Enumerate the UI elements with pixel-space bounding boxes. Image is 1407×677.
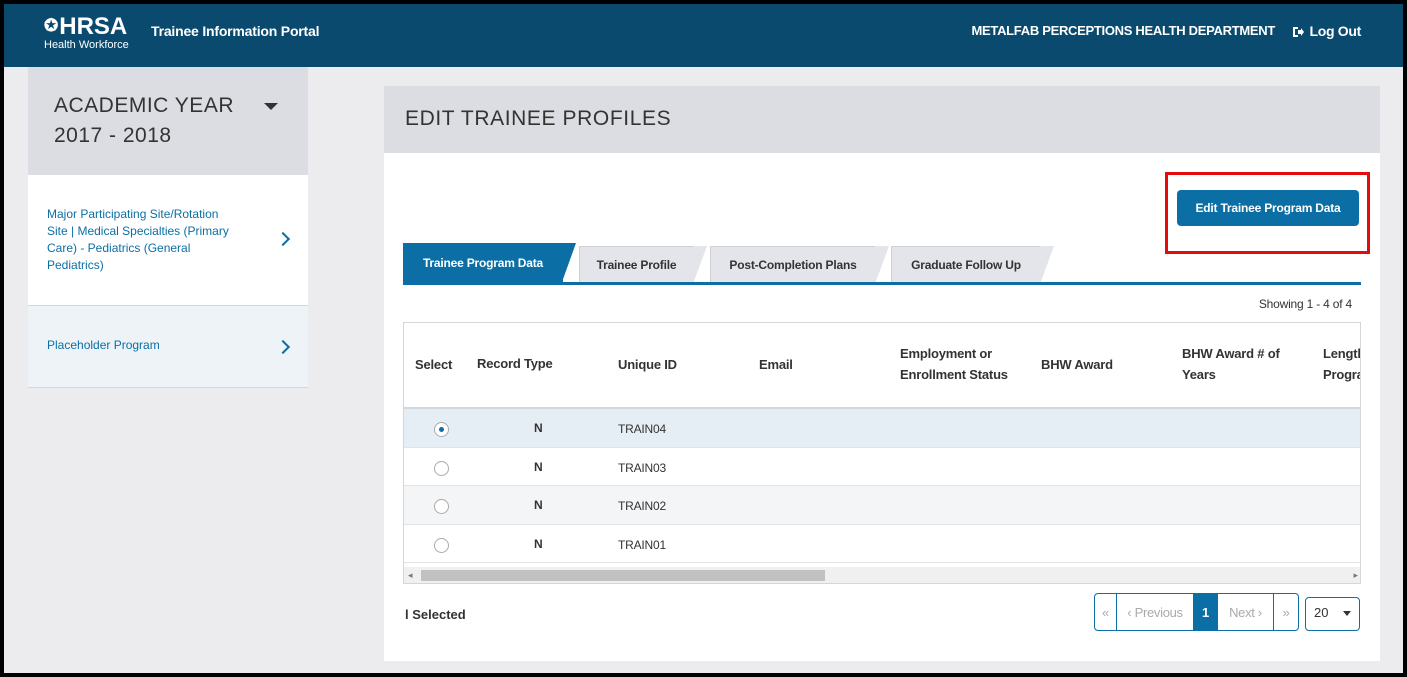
unique-id-cell: TRAIN04 (618, 422, 666, 436)
record-type-cell: N (534, 459, 543, 474)
column-header-employment-status[interactable]: Employment or Enrollment Status (900, 343, 1030, 385)
page-size-select[interactable]: 20 (1305, 597, 1360, 631)
tab-trainee-program-data[interactable]: Trainee Program Data (403, 243, 576, 282)
page-title: EDIT TRAINEE PROFILES (405, 107, 672, 130)
tab-trainee-profile[interactable]: Trainee Profile (579, 246, 707, 284)
sidebar-item-major-participating-site[interactable]: Major Participating Site/Rotation Site |… (28, 175, 308, 306)
logo-text: HRSA (59, 13, 128, 40)
scroll-right-icon[interactable]: ▸ (1353, 570, 1358, 581)
table-row[interactable]: N TRAIN02 (404, 486, 1360, 525)
unique-id-cell: TRAIN03 (618, 460, 666, 475)
logout-icon (1292, 25, 1305, 37)
row-select-radio[interactable] (434, 537, 449, 553)
column-header-select[interactable]: Select (415, 354, 452, 375)
logout-label: Log Out (1309, 23, 1361, 39)
chevron-right-icon (275, 231, 291, 247)
scrollbar-thumb[interactable] (421, 570, 825, 581)
top-header: ✪HRSA Health Workforce Trainee Informati… (4, 4, 1403, 67)
first-page-button[interactable]: « (1095, 594, 1117, 630)
row-select-radio[interactable] (434, 422, 449, 437)
sidebar-item-label: Placeholder Program (47, 338, 160, 352)
page-size-value: 20 (1314, 605, 1329, 620)
column-header-bhw-award[interactable]: BHW Award (1041, 354, 1113, 375)
chevron-right-icon (275, 339, 291, 355)
logo-subtext: Health Workforce (44, 39, 129, 51)
academic-year-label: ACADEMIC YEAR 2017 - 2018 (54, 94, 234, 147)
sidebar-item-label: Major Participating Site/Rotation Site |… (47, 207, 229, 272)
logout-button[interactable]: Log Out (1292, 23, 1361, 39)
row-select-radio[interactable] (434, 460, 449, 476)
organization-name: METALFAB PERCEPTIONS HEALTH DEPARTMENT (971, 23, 1276, 38)
last-page-button[interactable]: » (1274, 594, 1298, 630)
unique-id-cell: TRAIN01 (618, 537, 666, 552)
tab-graduate-follow-up[interactable]: Graduate Follow Up (891, 246, 1054, 284)
previous-page-button[interactable]: ‹ Previous (1117, 594, 1194, 630)
edit-trainee-program-data-button[interactable]: Edit Trainee Program Data (1177, 190, 1359, 226)
pagination: « ‹ Previous 1 Next › » (1094, 593, 1299, 631)
hhs-seal-icon: ✪ (44, 16, 59, 35)
record-type-cell: N (534, 536, 543, 551)
app-frame: ✪HRSA Health Workforce Trainee Informati… (4, 4, 1403, 673)
tab-bar: Trainee Program Data Trainee Profile Pos… (403, 243, 1361, 285)
panel-header: EDIT TRAINEE PROFILES (384, 86, 1380, 153)
column-header-email[interactable]: Email (759, 354, 793, 375)
horizontal-scrollbar[interactable]: ◂ ▸ (404, 567, 1360, 583)
column-header-record-type[interactable]: Record Type (477, 353, 553, 374)
tab-baseline (403, 282, 1361, 285)
current-page-button[interactable]: 1 (1194, 594, 1218, 630)
sidebar-item-placeholder-program[interactable]: Placeholder Program (28, 306, 308, 388)
portal-title: Trainee Information Portal (151, 23, 320, 39)
record-type-cell: N (534, 421, 543, 435)
main-panel: EDIT TRAINEE PROFILES Edit Trainee Progr… (384, 86, 1380, 661)
hrsa-logo[interactable]: ✪HRSA Health Workforce (44, 14, 144, 58)
unique-id-cell: TRAIN02 (618, 499, 666, 513)
selected-count: l Selected (405, 607, 466, 622)
table-header: Select Record Type Unique ID Email Emplo… (404, 323, 1360, 409)
academic-year-selector[interactable]: ACADEMIC YEAR 2017 - 2018 (28, 67, 308, 175)
sidebar: ACADEMIC YEAR 2017 - 2018 Major Particip… (28, 67, 308, 388)
table-row[interactable]: N TRAIN01 (404, 525, 1360, 563)
showing-count: Showing 1 - 4 of 4 (1258, 297, 1352, 311)
column-header-unique-id[interactable]: Unique ID (618, 354, 677, 375)
row-select-radio[interactable] (434, 499, 449, 514)
scroll-left-icon[interactable]: ◂ (408, 570, 413, 581)
caret-down-icon (1343, 611, 1351, 616)
record-type-cell: N (534, 498, 543, 512)
trainee-table: Select Record Type Unique ID Email Emplo… (403, 322, 1361, 584)
caret-down-icon (264, 103, 278, 110)
table-row[interactable]: N TRAIN04 (404, 409, 1360, 448)
next-page-button[interactable]: Next › (1218, 594, 1274, 630)
column-header-bhw-award-years[interactable]: BHW Award # of Years (1182, 343, 1302, 385)
table-body: N TRAIN04 N TRAIN03 N TRAIN02 N TRAIN01 (404, 409, 1360, 563)
table-row[interactable]: N TRAIN03 (404, 448, 1360, 486)
column-header-length-of-program[interactable]: Length of Program (1323, 343, 1360, 385)
tab-post-completion-plans[interactable]: Post-Completion Plans (710, 246, 889, 284)
